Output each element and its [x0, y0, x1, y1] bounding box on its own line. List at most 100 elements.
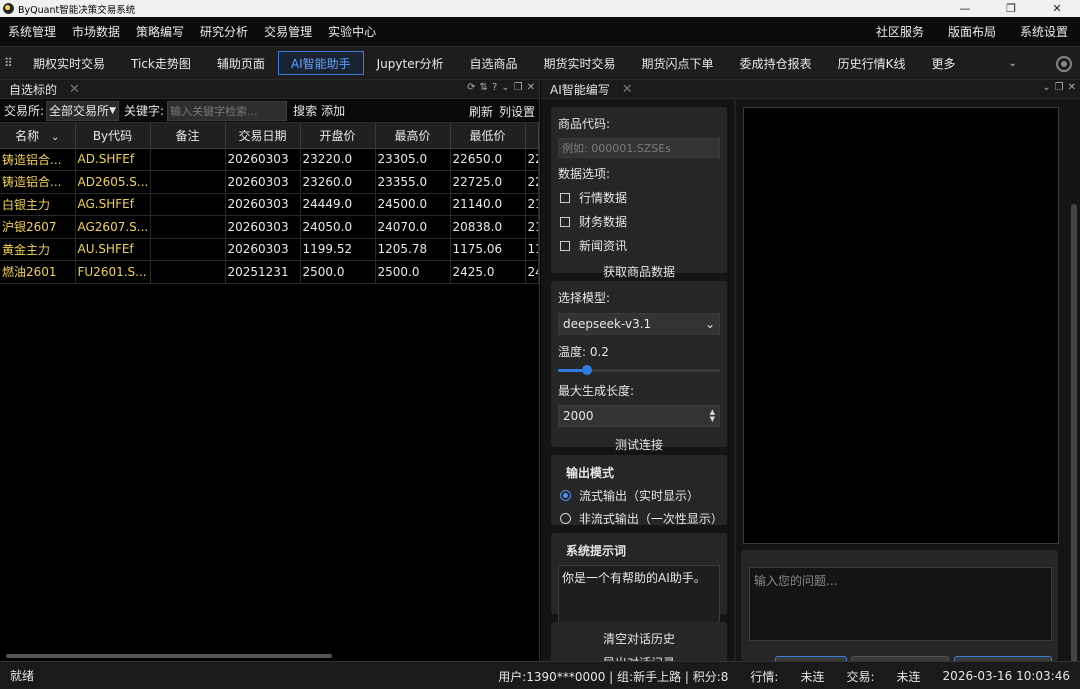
cell-low: 1175.06 — [450, 238, 526, 261]
add-button[interactable]: 添加 — [321, 102, 345, 119]
checkbox-icon[interactable] — [560, 216, 570, 227]
col-header-high[interactable]: 最高价 — [375, 123, 451, 149]
menu-community[interactable]: 社区服务 — [864, 23, 936, 40]
float-icon[interactable]: ❐ — [514, 82, 523, 93]
radio-non-streaming[interactable]: 非流式输出（一次性显示） — [558, 510, 723, 527]
menu-lab[interactable]: 实验中心 — [320, 23, 384, 40]
drag-grip-icon[interactable]: ⠿ — [4, 56, 20, 70]
col-header-code[interactable]: By代码 — [75, 123, 151, 149]
cell-low: 22650.0 — [450, 148, 526, 171]
tab-history-kline[interactable]: 历史行情K线 — [825, 51, 919, 75]
help-icon[interactable]: ? — [492, 82, 497, 93]
chat-input[interactable]: 输入您的问题... — [749, 567, 1052, 641]
chevron-down-icon[interactable]: ⌄ — [1042, 82, 1050, 93]
close-tab-icon[interactable]: ✕ — [622, 82, 633, 97]
ai-panel-title-bar: AI智能编写 ✕ ⌄ ❐ ✕ — [541, 80, 1080, 99]
tab-watchlist[interactable]: 自选商品 — [457, 51, 531, 75]
cell-note — [150, 215, 226, 239]
cell-name: 白银主力 — [0, 193, 76, 216]
close-icon[interactable]: ✕ — [527, 82, 535, 93]
menu-settings[interactable]: 系统设置 — [1008, 23, 1080, 40]
radio-icon[interactable] — [560, 490, 571, 501]
tab-futures-trading[interactable]: 期货实时交易 — [531, 51, 629, 75]
cell-open: 1199.52 — [300, 238, 376, 261]
datetime: 2026-03-16 10:03:46 — [942, 669, 1070, 683]
maximize-button[interactable]: ❐ — [988, 0, 1034, 17]
option-financial-data[interactable]: 财务数据 — [558, 213, 720, 230]
menu-research[interactable]: 研究分析 — [192, 23, 256, 40]
float-icon[interactable]: ❐ — [1055, 82, 1064, 93]
minimize-button[interactable]: — — [942, 0, 988, 17]
menu-system-management[interactable]: 系统管理 — [0, 23, 64, 40]
system-prompt-input[interactable]: 你是一个有帮助的AI助手。 — [558, 565, 720, 624]
tab-ai-assistant[interactable]: AI智能助手 — [277, 51, 364, 75]
table-row[interactable]: 铸造铝合... AD.SHFEf 20260303 23220.0 23305.… — [0, 148, 539, 171]
tab-tick-chart[interactable]: Tick走势图 — [118, 51, 204, 75]
tab-more[interactable]: 更多 — [918, 51, 968, 75]
search-button[interactable]: 搜索 — [293, 102, 317, 119]
cell-date: 20260303 — [225, 148, 301, 171]
col-header-extra[interactable] — [525, 123, 539, 149]
table-row[interactable]: 黄金主力 AU.SHFEf 20260303 1199.52 1205.78 1… — [0, 238, 539, 261]
chat-column: 输入您的问题... — [734, 99, 1080, 661]
close-icon[interactable]: ✕ — [1068, 82, 1076, 93]
checkbox-icon[interactable] — [560, 192, 570, 203]
temperature-label: 温度: 0.2 — [558, 345, 609, 359]
tab-positions-report[interactable]: 委成持仓报表 — [727, 51, 825, 75]
cell-high: 23355.0 — [375, 170, 451, 194]
checkbox-icon[interactable] — [560, 240, 570, 251]
gear-icon[interactable] — [1056, 56, 1072, 72]
ai-panel-title: AI智能编写 — [550, 82, 610, 97]
close-tab-icon[interactable]: ✕ — [69, 82, 80, 97]
radio-streaming[interactable]: 流式输出（实时显示） — [558, 487, 720, 504]
vertical-scrollbar[interactable] — [1071, 204, 1077, 684]
slider-handle[interactable] — [582, 365, 593, 375]
menu-trade-management[interactable]: 交易管理 — [256, 23, 320, 40]
watchlist-title-bar: 自选标的 ✕ ⟳ ⇅ ? ⌄ ❐ ✕ — [0, 80, 539, 99]
column-settings-button[interactable]: 列设置 — [499, 103, 535, 120]
cell-date: 20260303 — [225, 215, 301, 239]
horizontal-scrollbar[interactable] — [6, 654, 332, 658]
spin-arrows-icon[interactable]: ▲ ▼ — [710, 409, 715, 423]
splitter[interactable] — [734, 99, 736, 661]
col-header-open[interactable]: 开盘价 — [300, 123, 376, 149]
sort-icon[interactable]: ⇅ — [480, 82, 488, 93]
table-row[interactable]: 白银主力 AG.SHFEf 20260303 24449.0 24500.0 2… — [0, 193, 539, 216]
menu-layout[interactable]: 版面布局 — [936, 23, 1008, 40]
temperature-slider[interactable] — [558, 364, 720, 376]
product-code-input[interactable]: 例如: 000001.SZSEs — [558, 138, 720, 158]
model-select-value: deepseek-v3.1 — [563, 317, 652, 331]
chevron-down-icon[interactable]: ⌄ — [501, 82, 509, 93]
table-row[interactable]: 燃油2601 FU2601.S... 20251231 2500.0 2500.… — [0, 260, 539, 284]
clear-history-button[interactable]: 清空对话历史 — [558, 630, 720, 646]
fetch-data-button[interactable]: 获取商品数据 — [558, 263, 720, 279]
table-row[interactable]: 沪银2607 AG2607.S... 20260303 24050.0 2407… — [0, 215, 539, 239]
keyword-input[interactable]: 输入关键字检索... — [167, 100, 288, 121]
refresh-button[interactable]: 刷新 — [469, 103, 493, 120]
menu-strategy[interactable]: 策略编写 — [128, 23, 192, 40]
more-dropdown-icon[interactable]: ⌄ — [1008, 58, 1016, 69]
cell-high: 24070.0 — [375, 215, 451, 239]
col-header-low[interactable]: 最低价 — [450, 123, 526, 149]
menu-market-data[interactable]: 市场数据 — [64, 23, 128, 40]
model-select[interactable]: deepseek-v3.1 ⌄ — [558, 313, 720, 335]
tab-auxiliary[interactable]: 辅助页面 — [204, 51, 278, 75]
col-header-name[interactable]: 名称 ⌄ — [0, 123, 76, 149]
col-header-date[interactable]: 交易日期 — [225, 123, 301, 149]
radio-icon[interactable] — [560, 513, 571, 524]
refresh-icon[interactable]: ⟳ — [467, 82, 475, 93]
scrollbar-thumb[interactable] — [1071, 204, 1077, 684]
option-market-data[interactable]: 行情数据 — [558, 189, 720, 206]
max-length-spinbox[interactable]: 2000 ▲ ▼ — [558, 405, 720, 427]
tab-toolbar: ⠿ 期权实时交易 Tick走势图 辅助页面 AI智能助手 Jupyter分析 自… — [0, 46, 1080, 80]
cell-code: FU2601.S... — [75, 260, 151, 284]
option-news[interactable]: 新闻资讯 — [558, 237, 720, 254]
close-window-button[interactable]: ✕ — [1034, 0, 1080, 17]
tab-flash-order[interactable]: 期货闪点下单 — [629, 51, 727, 75]
exchange-select[interactable]: 全部交易所 ▼ — [46, 100, 120, 121]
tab-options-trading[interactable]: 期权实时交易 — [20, 51, 118, 75]
col-header-note[interactable]: 备注 — [150, 123, 226, 149]
table-row[interactable]: 铸造铝合... AD2605.S... 20260303 23260.0 233… — [0, 170, 539, 194]
tab-jupyter[interactable]: Jupyter分析 — [364, 51, 457, 75]
test-connection-button[interactable]: 测试连接 — [558, 436, 720, 452]
